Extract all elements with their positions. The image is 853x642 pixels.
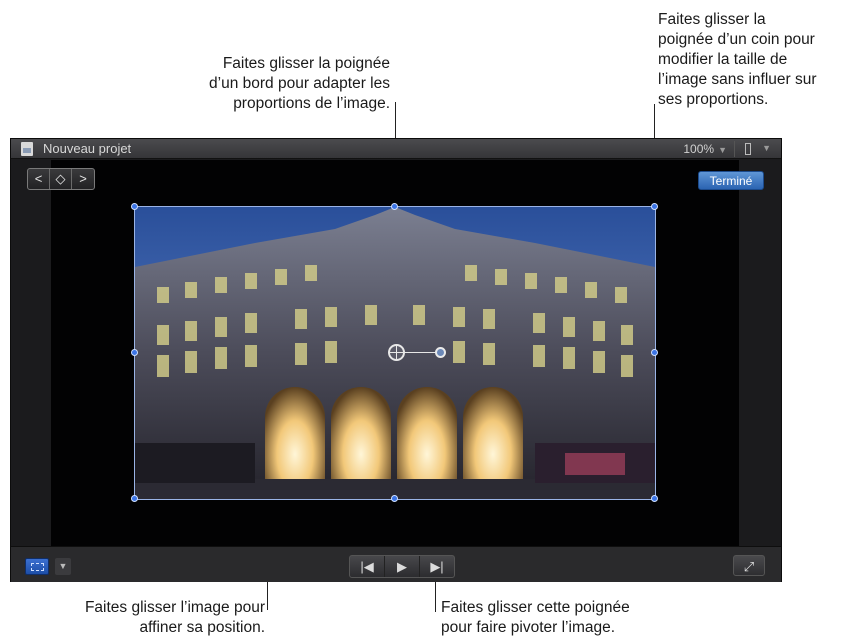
callout-line: proportions de l’image. xyxy=(233,95,390,112)
callout-line: poignée d’un coin pour xyxy=(658,31,815,48)
viewer-bottom-bar: ▼ |◀ ▶ ▶| ⤢ xyxy=(11,546,781,582)
view-options-icon xyxy=(745,143,751,155)
callout-corner-handle: Faites glisser la poignée d’un coin pour… xyxy=(658,10,853,110)
callout-line: Faites glisser la xyxy=(658,11,766,28)
callout-line: affiner sa position. xyxy=(139,619,265,636)
done-button[interactable]: Terminé xyxy=(698,171,764,190)
project-title: Nouveau projet xyxy=(43,141,132,156)
corner-handle-bottom-right[interactable] xyxy=(651,495,658,502)
chevron-left-icon[interactable]: < xyxy=(28,169,50,189)
dropdown-arrow-icon[interactable]: ▼ xyxy=(55,558,71,575)
callout-line: l’image sans influer sur xyxy=(658,71,817,88)
skip-forward-icon[interactable]: ▶| xyxy=(420,556,454,577)
corner-handle-bottom-left[interactable] xyxy=(131,495,138,502)
play-icon[interactable]: ▶ xyxy=(385,556,420,577)
corner-handle-top-right[interactable] xyxy=(651,203,658,210)
edge-handle-left[interactable] xyxy=(131,349,138,356)
zoom-value: 100% xyxy=(683,142,715,156)
zoom-menu[interactable]: 100% ▼ xyxy=(683,142,727,156)
keyframe-icon[interactable]: ◇ xyxy=(50,169,72,189)
callout-drag-image: Faites glisser l’image pour affiner sa p… xyxy=(20,598,265,638)
viewer-window: Nouveau projet 100% ▼ ▼ < ◇ > Terminé ▼ … xyxy=(10,138,782,582)
project-icon xyxy=(21,142,33,156)
rotation-handle[interactable] xyxy=(435,347,446,358)
view-options-button[interactable]: ▼ xyxy=(734,141,773,157)
callout-line: Faites glisser la poignée xyxy=(222,55,390,72)
corner-handle-top-left[interactable] xyxy=(131,203,138,210)
dropdown-arrow-icon: ▼ xyxy=(718,145,727,155)
edge-handle-right[interactable] xyxy=(651,349,658,356)
fullscreen-icon[interactable]: ⤢ xyxy=(733,555,765,576)
keyframe-navigation: < ◇ > xyxy=(27,168,95,190)
dropdown-arrow-icon: ▼ xyxy=(762,143,771,153)
transform-mode-icon[interactable] xyxy=(25,558,49,575)
callout-edge-handle: Faites glisser la poignée d’un bord pour… xyxy=(150,54,390,114)
callout-line: ses proportions. xyxy=(658,91,769,108)
callout-line: d’un bord pour adapter les xyxy=(209,75,390,92)
callout-rotate-handle: Faites glisser cette poignée pour faire … xyxy=(441,598,681,638)
skip-back-icon[interactable]: |◀ xyxy=(350,556,385,577)
transport-controls: |◀ ▶ ▶| xyxy=(349,555,455,578)
edge-handle-bottom[interactable] xyxy=(391,495,398,502)
callout-line: Faites glisser cette poignée xyxy=(441,599,630,616)
edge-handle-top[interactable] xyxy=(391,203,398,210)
callout-line: modifier la taille de xyxy=(658,51,788,68)
chevron-right-icon[interactable]: > xyxy=(72,169,94,189)
callout-line: Faites glisser l’image pour xyxy=(84,599,265,616)
viewer-title-bar: Nouveau projet 100% ▼ ▼ xyxy=(11,139,781,159)
callout-line: pour faire pivoter l’image. xyxy=(441,619,616,636)
center-crosshair-icon[interactable] xyxy=(388,344,405,361)
